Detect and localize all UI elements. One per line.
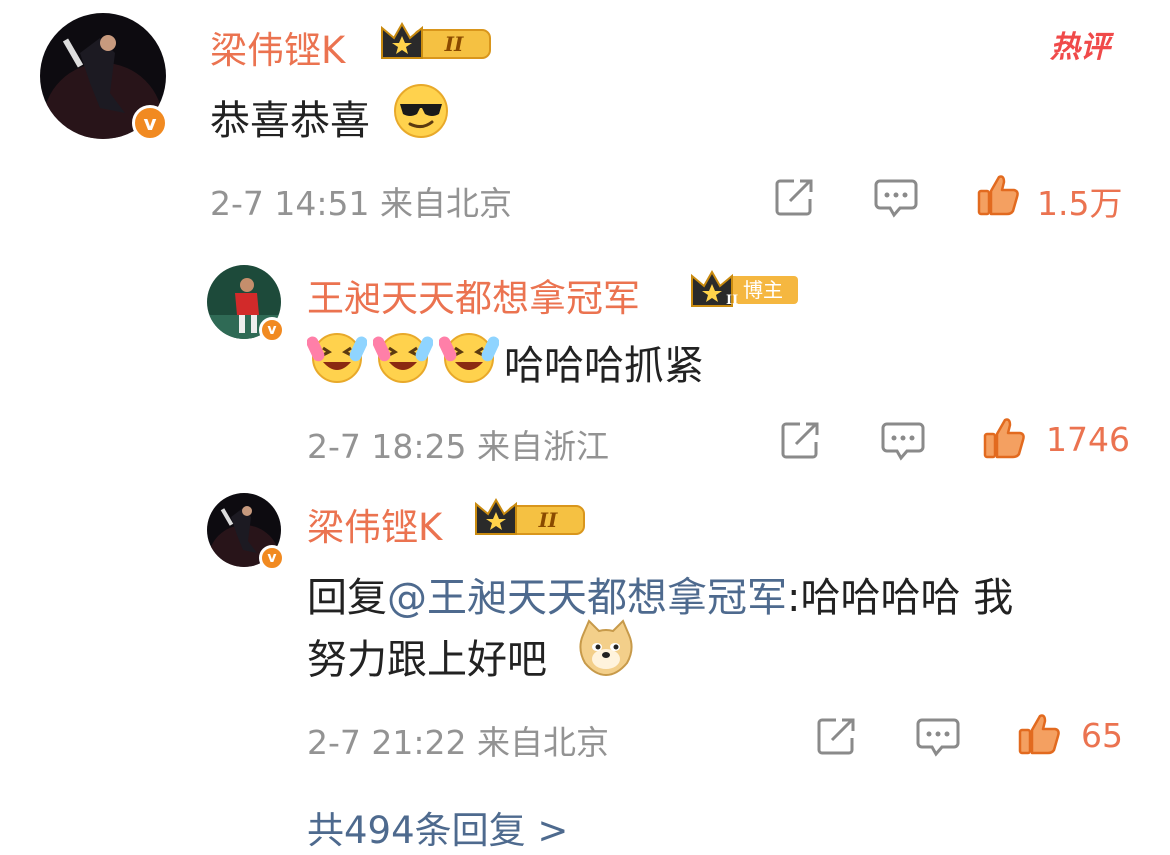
thumbs-up-icon[interactable] <box>1018 712 1062 756</box>
comment-text: 恭喜恭喜 <box>210 98 370 144</box>
crown-level-badge-icon: II 博主 <box>690 266 802 312</box>
comment-bubble-icon[interactable] <box>916 717 960 757</box>
avatar[interactable]: v <box>207 265 285 343</box>
verified-badge-icon: v <box>259 545 285 571</box>
comment-location: 来自北京 <box>380 184 512 223</box>
thumbs-up-icon[interactable] <box>983 416 1027 460</box>
verified-badge-icon: v <box>259 317 285 343</box>
reply-text: 哈哈哈抓紧 <box>504 343 704 389</box>
crown-level-badge-icon: II <box>378 18 494 64</box>
verified-badge-icon: v <box>132 105 168 141</box>
comment-bubble-icon[interactable] <box>881 421 925 461</box>
reply-timestamp: 2-7 21:22 来自北京 <box>307 723 609 762</box>
reply-text-line2: 努力跟上好吧 <box>307 637 547 683</box>
share-icon[interactable] <box>816 716 858 756</box>
level-text: II <box>726 293 738 308</box>
share-icon[interactable] <box>780 420 822 460</box>
cool-sunglasses-emoji-icon <box>392 82 450 140</box>
laughing-tears-emoji-icon <box>439 328 499 384</box>
avatar[interactable]: v <box>207 493 285 571</box>
share-icon[interactable] <box>774 177 816 217</box>
reply-location: 来自北京 <box>477 723 609 762</box>
level-text: II <box>538 508 558 532</box>
laughing-tears-emoji-icon <box>373 328 433 384</box>
mention-link[interactable]: @王昶天天都想拿冠军 <box>387 575 787 621</box>
comment-bubble-icon[interactable] <box>874 178 918 218</box>
laughing-tears-emoji-icon <box>307 328 367 384</box>
reply-location: 来自浙江 <box>477 427 609 466</box>
hot-comment-label: 热评 <box>1050 30 1110 65</box>
crown-level-badge-icon: II <box>472 494 588 540</box>
level-text: II <box>444 32 464 56</box>
reply-like-count: 65 <box>1081 716 1123 755</box>
comment-like-count: 1.5万 <box>1037 184 1123 223</box>
reply-like-count: 1746 <box>1046 420 1130 459</box>
doge-emoji-icon <box>577 619 635 677</box>
blogger-tag: 博主 <box>743 278 783 302</box>
comment-username[interactable]: 梁伟铿K <box>210 20 345 74</box>
comment-timestamp: 2-7 14:51 来自北京 <box>210 184 512 223</box>
reply-username[interactable]: 梁伟铿K <box>307 497 442 551</box>
reply-timestamp: 2-7 18:25 来自浙江 <box>307 427 609 466</box>
reply-username[interactable]: 王昶天天都想拿冠军 <box>307 268 640 322</box>
more-replies-link[interactable]: 共494条回复 > <box>307 800 568 854</box>
reply-prefix: 回复 <box>307 575 387 621</box>
hot-comment-badge: 热评 <box>1050 22 1110 66</box>
thumbs-up-icon[interactable] <box>977 173 1021 217</box>
avatar[interactable]: v <box>40 13 168 141</box>
reply-text: 回复@王昶天天都想拿冠军:哈哈哈哈 我 <box>307 575 1014 621</box>
